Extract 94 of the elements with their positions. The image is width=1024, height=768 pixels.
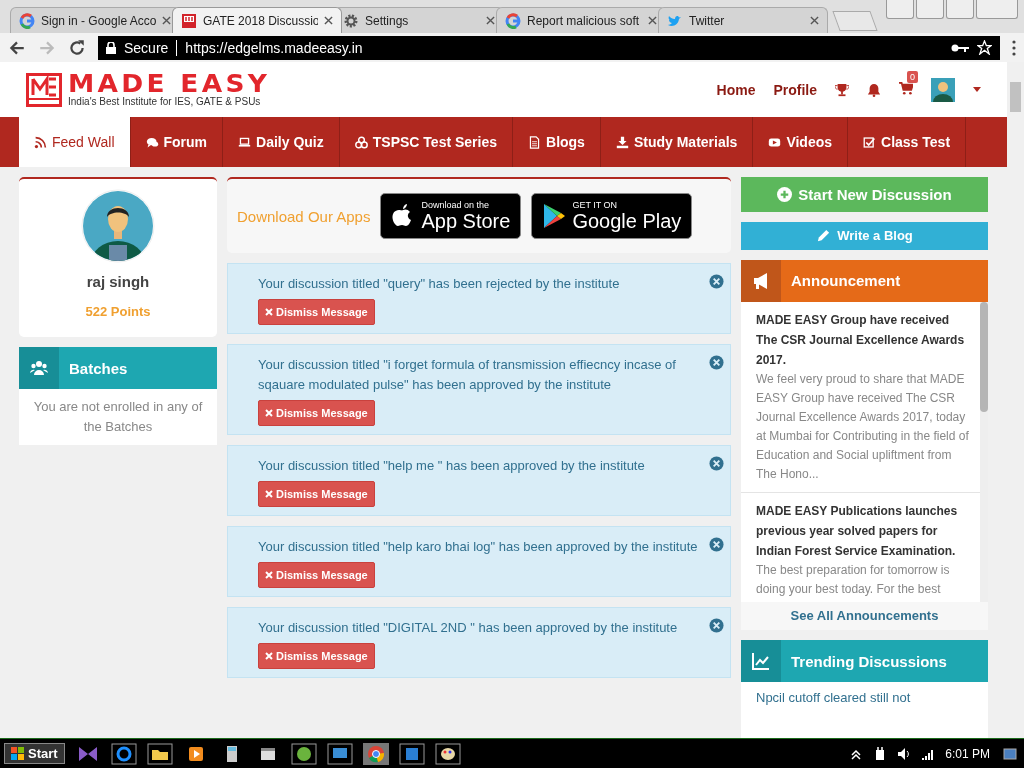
laptop-icon xyxy=(238,135,252,149)
close-icon[interactable] xyxy=(486,16,495,25)
windows-icon xyxy=(11,746,25,761)
play-icon xyxy=(768,135,782,149)
logo-icon xyxy=(181,12,197,29)
dismiss-button[interactable]: Dismiss Message xyxy=(258,400,375,426)
see-all-link[interactable]: See All Announcements xyxy=(741,601,988,630)
folder-icon[interactable] xyxy=(146,742,173,765)
nav-tab[interactable]: TSPSC Test Series xyxy=(339,117,513,167)
announcement-title: Announcement xyxy=(791,272,901,290)
app-store-badge[interactable]: Download on the App Store xyxy=(380,193,522,239)
scrollbar-thumb[interactable] xyxy=(980,301,988,412)
pencil-icon xyxy=(816,228,832,244)
close-icon[interactable] xyxy=(709,456,724,471)
close-icon xyxy=(265,571,273,579)
nav-tab[interactable]: Class Test xyxy=(848,117,967,167)
google-play-badge[interactable]: GET IT ON Google Play xyxy=(531,193,693,239)
group-icon xyxy=(30,359,48,377)
nav-tab[interactable]: Videos xyxy=(753,117,849,167)
announcement-text: We feel very proud to share that MADE EASY Group have received The CSR Journal Excellence Awards 2017, today at Mumbai for Contributing in the field of Education and Social upliftment from The Hono... xyxy=(756,370,970,483)
message-text: Your discussion titled "help karo bhai log" has been approved by the institute xyxy=(258,538,699,556)
close-icon xyxy=(265,409,273,417)
key-icon[interactable] xyxy=(951,42,969,53)
dismiss-button[interactable]: Dismiss Message xyxy=(258,562,375,588)
message-text: Your discussion titled "help me " has been approved by the institute xyxy=(258,457,646,475)
browser-tab[interactable]: Twitter xyxy=(658,7,828,33)
close-icon[interactable] xyxy=(709,618,724,633)
close-icon[interactable] xyxy=(709,274,724,289)
cart-icon[interactable] xyxy=(899,80,913,95)
scrollbar-thumb[interactable] xyxy=(1010,82,1021,112)
trophy-icon[interactable] xyxy=(835,82,849,97)
caret-icon[interactable] xyxy=(973,87,981,92)
plus-icon xyxy=(777,187,793,203)
dismiss-button[interactable]: Dismiss Message xyxy=(258,299,375,325)
close-icon xyxy=(265,490,273,498)
message-text: Your discussion titled "query" has been rejected by the institute xyxy=(258,275,621,293)
bell-icon[interactable] xyxy=(867,82,881,97)
google-icon xyxy=(19,12,35,29)
nav-tab[interactable]: Study Materials xyxy=(600,117,754,167)
monitor-icon[interactable] xyxy=(326,742,353,765)
gear-icon xyxy=(343,12,359,29)
brand-name: MADE EASY xyxy=(68,72,272,96)
lock-icon xyxy=(106,41,116,54)
close-icon[interactable] xyxy=(162,16,171,25)
close-icon[interactable] xyxy=(709,537,724,552)
paint-icon[interactable] xyxy=(434,742,461,765)
speaker-icon[interactable] xyxy=(897,746,912,761)
reload-icon[interactable] xyxy=(68,38,86,57)
star-icon[interactable] xyxy=(977,40,992,55)
clock-time[interactable]: 6:01 PM xyxy=(945,746,990,761)
apps-title: Download Our Apps xyxy=(237,207,371,225)
chart-icon xyxy=(752,652,770,670)
chrome-icon[interactable] xyxy=(362,742,389,765)
rss-icon xyxy=(34,135,47,149)
message-text: Your discussion titled "i forget formula of transmission effiecncy incase of sqauare modulated pulse" has been approved by the institute xyxy=(258,356,677,394)
header-link[interactable]: Profile xyxy=(773,81,817,98)
close-icon[interactable] xyxy=(709,355,724,370)
chat-icon xyxy=(145,135,159,149)
close-icon[interactable] xyxy=(810,16,819,25)
nav-tab[interactable]: Forum xyxy=(130,117,224,167)
checkbox-icon xyxy=(863,135,877,149)
close-icon[interactable] xyxy=(648,16,657,25)
secure-label: Secure xyxy=(124,39,169,56)
megaphone-icon xyxy=(752,271,770,290)
user-name: raj singh xyxy=(86,273,150,290)
close-icon xyxy=(265,652,273,660)
document-icon xyxy=(528,135,541,149)
google-icon xyxy=(505,12,521,29)
show-desktop-icon[interactable] xyxy=(1000,746,1020,761)
start-button[interactable]: Start xyxy=(4,743,65,764)
trending-title: Trending Discussions xyxy=(791,652,947,670)
close-icon[interactable] xyxy=(324,16,333,25)
logo-icon xyxy=(26,72,62,107)
cart-count-badge: 0 xyxy=(907,70,918,83)
nav-tab[interactable]: Daily Quiz xyxy=(223,117,340,167)
header-link[interactable]: Home xyxy=(716,81,756,98)
discussion-link[interactable]: Npcil cutoff cleared still not xyxy=(756,690,911,705)
dismiss-button[interactable]: Dismiss Message xyxy=(258,643,375,669)
dismiss-button[interactable]: Dismiss Message xyxy=(258,481,375,507)
batches-message: You are not enrolled in any of the Batches xyxy=(19,389,217,445)
download-icon xyxy=(615,135,629,149)
announcement-text: The best preparation for tomorrow is doing your best today. For the best xyxy=(756,561,951,598)
announcement-title[interactable]: MADE EASY Publications launches previous year solved papers for Indian Forest Service Examination. xyxy=(756,500,972,561)
cubes-icon xyxy=(354,135,368,149)
announcement-title[interactable]: MADE EASY Group have received The CSR Journal Excellence Awards 2017. xyxy=(756,309,972,370)
batches-title: Batches xyxy=(69,359,128,377)
message-text: Your discussion titled "DIGITAL 2ND " has been approved by the institute xyxy=(258,619,679,637)
nav-tab[interactable]: Blogs xyxy=(513,117,601,167)
points-text: 522 Points xyxy=(85,304,151,319)
url-text[interactable]: https://edgelms.madeeasy.in xyxy=(185,39,363,56)
close-icon xyxy=(265,308,273,316)
nav-tab[interactable]: Feed Wall xyxy=(19,117,131,167)
tagline: India's Best Institute for IES, GATE & PSUs xyxy=(68,96,261,107)
menu-icon[interactable] xyxy=(1012,39,1016,56)
